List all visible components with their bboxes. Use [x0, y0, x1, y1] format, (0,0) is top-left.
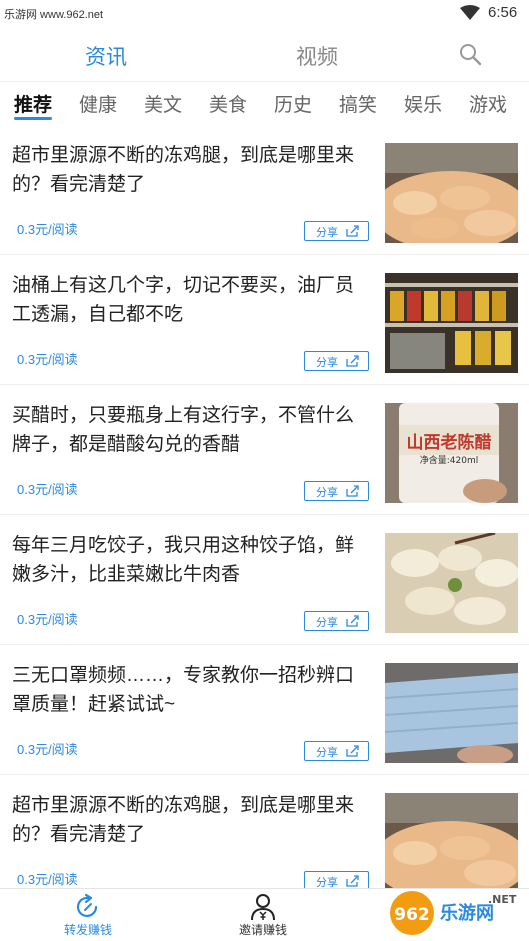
vinegar-bottle-image: 山西老陈醋 净含量:420ml [385, 403, 518, 503]
share-label: 分享 [316, 487, 338, 499]
clock: 6:56 [488, 4, 518, 21]
carrier-label: 乐游网 www.962.net [4, 9, 104, 21]
category-history[interactable]: 历史 [274, 90, 312, 117]
news-item[interactable]: 三无口罩频频……，专家教你一招秒辨口罩质量！赶紧试试~ 0.3元/阅读 分享 [0, 645, 529, 775]
invite-earn-button[interactable]: 邀请赚钱 [203, 889, 323, 941]
forward-earn-button[interactable]: 转发赚钱 [28, 889, 148, 941]
reward-rate: 0.3元/阅读 [17, 742, 78, 757]
search-icon[interactable] [458, 42, 482, 66]
status-bar: 乐游网 www.962.net 6:56 [0, 0, 529, 26]
reward-rate: 0.3元/阅读 [17, 482, 78, 497]
reward-rate: 0.3元/阅读 [17, 872, 78, 887]
news-title[interactable]: 三无口罩频频……，专家教你一招秒辨口罩质量！赶紧试试~ [12, 661, 372, 719]
share-button[interactable]: 分享 [304, 221, 369, 241]
share-icon [346, 355, 359, 367]
share-icon [346, 745, 359, 757]
site-watermark-logo: 962 乐游网 .NET [390, 891, 517, 935]
chicken-legs-image [385, 143, 518, 243]
reward-rate: 0.3元/阅读 [17, 352, 78, 367]
share-button[interactable]: 分享 [304, 871, 369, 888]
news-title[interactable]: 油桶上有这几个字，切记不要买，油厂员工透漏，自己都不吃 [12, 271, 372, 329]
news-item[interactable]: 超市里源源不断的冻鸡腿，到底是哪里来的？看完清楚了 0.3元/阅读 分享 [0, 125, 529, 255]
watermark-number: 962 [394, 905, 430, 925]
active-category-indicator [14, 117, 52, 120]
invite-earn-label: 邀请赚钱 [238, 923, 287, 937]
chicken-legs-image [385, 793, 518, 888]
news-item[interactable]: 每年三月吃饺子，我只用这种饺子馅，鲜嫩多汁，比韭菜嫩比牛肉香 0.3元/阅读 分… [0, 515, 529, 645]
news-title[interactable]: 每年三月吃饺子，我只用这种饺子馅，鲜嫩多汁，比韭菜嫩比牛肉香 [12, 531, 372, 589]
news-title[interactable]: 超市里源源不断的冻鸡腿，到底是哪里来的？看完清楚了 [12, 791, 372, 849]
watermark-tld: .NET [488, 893, 517, 906]
share-label: 分享 [316, 357, 338, 369]
vinegar-volume: 净含量:420ml [420, 454, 478, 466]
watermark-brand: 乐游网 [440, 902, 494, 924]
news-title[interactable]: 超市里源源不断的冻鸡腿，到底是哪里来的？看完清楚了 [12, 141, 372, 199]
forward-icon [76, 893, 98, 918]
category-health[interactable]: 健康 [79, 90, 117, 117]
tab-video[interactable]: 视频 [296, 41, 338, 71]
category-funny[interactable]: 搞笑 [339, 90, 377, 117]
tab-news[interactable]: 资讯 [85, 41, 127, 71]
share-label: 分享 [316, 877, 338, 888]
news-item[interactable]: 超市里源源不断的冻鸡腿，到底是哪里来的？看完清楚了 0.3元/阅读 分享 [0, 775, 529, 888]
news-item[interactable]: 买醋时，只要瓶身上有这行字，不管什么牌子，都是醋酸勾兑的香醋 0.3元/阅读 分… [0, 385, 529, 515]
reward-rate: 0.3元/阅读 [17, 222, 78, 237]
category-bar: 推荐 健康 美文 美食 历史 搞笑 娱乐 游戏 [0, 82, 529, 122]
news-feed: 超市里源源不断的冻鸡腿，到底是哪里来的？看完清楚了 0.3元/阅读 分享 油桶上… [0, 125, 529, 888]
face-masks-image [385, 663, 518, 763]
dumplings-image [385, 533, 518, 633]
share-button[interactable]: 分享 [304, 611, 369, 631]
category-recommend[interactable]: 推荐 [14, 90, 52, 117]
category-food[interactable]: 美食 [209, 90, 247, 117]
invite-user-icon [251, 894, 275, 921]
reward-rate: 0.3元/阅读 [17, 612, 78, 627]
share-icon [346, 615, 359, 627]
share-icon [346, 485, 359, 497]
category-entertainment[interactable]: 娱乐 [404, 90, 442, 117]
news-item[interactable]: 油桶上有这几个字，切记不要买，油厂员工透漏，自己都不吃 0.3元/阅读 分享 [0, 255, 529, 385]
wifi-icon [460, 5, 480, 20]
share-icon [346, 875, 359, 887]
share-label: 分享 [316, 747, 338, 759]
forward-earn-label: 转发赚钱 [63, 923, 112, 937]
news-title[interactable]: 买醋时，只要瓶身上有这行字，不管什么牌子，都是醋酸勾兑的香醋 [12, 401, 372, 459]
vinegar-label: 山西老陈醋 [407, 432, 492, 453]
share-label: 分享 [316, 227, 338, 239]
top-nav: 资讯 视频 [0, 26, 529, 82]
share-label: 分享 [316, 617, 338, 629]
oil-shelves-image [385, 273, 518, 373]
share-button[interactable]: 分享 [304, 351, 369, 371]
share-button[interactable]: 分享 [304, 481, 369, 501]
category-essay[interactable]: 美文 [144, 90, 182, 117]
share-button[interactable]: 分享 [304, 741, 369, 761]
category-games[interactable]: 游戏 [469, 90, 507, 117]
share-icon [346, 225, 359, 237]
